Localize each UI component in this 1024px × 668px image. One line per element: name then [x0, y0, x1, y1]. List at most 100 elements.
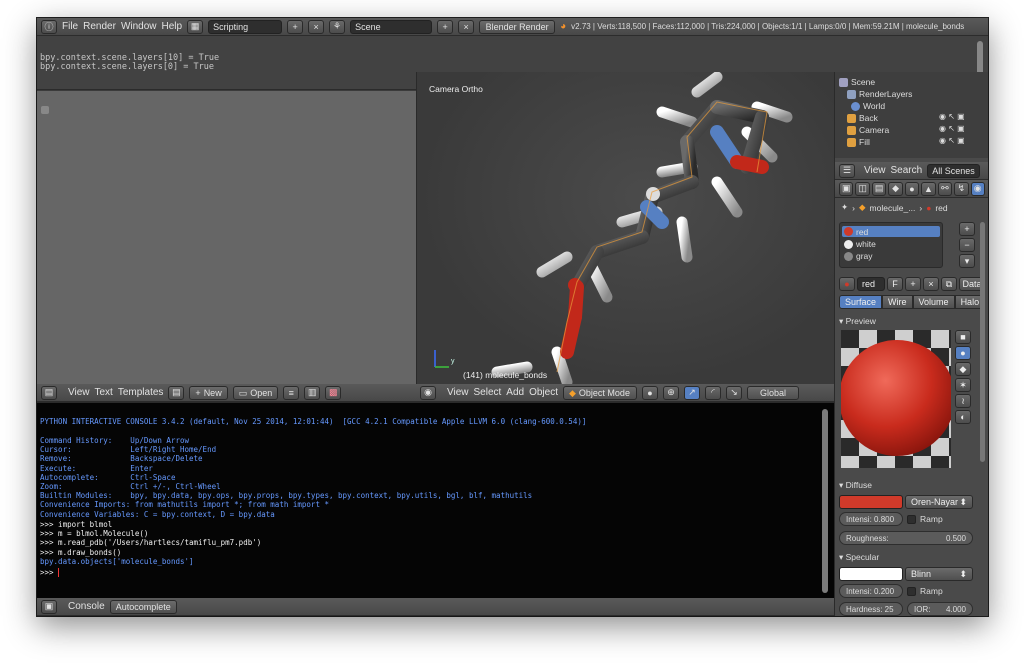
- material-slot-gray[interactable]: gray: [842, 251, 873, 261]
- scale-manipulator-icon[interactable]: ↘: [726, 385, 742, 400]
- scene-field[interactable]: Scene: [350, 19, 433, 34]
- diffuse-color-swatch[interactable]: [839, 495, 903, 509]
- layout-icon[interactable]: ▦: [187, 19, 204, 34]
- diffuse-shader-select[interactable]: Oren-Nayar ⬍: [905, 495, 973, 509]
- roughness-slider[interactable]: Roughness: 0.500: [839, 531, 973, 545]
- outliner-item-world[interactable]: World: [851, 100, 885, 112]
- scene-icon[interactable]: ⚘: [329, 19, 346, 34]
- scene-tab-icon[interactable]: ◆: [888, 181, 903, 196]
- specular-shader-select[interactable]: Blinn ⬍: [905, 567, 973, 581]
- screen-layout-field[interactable]: Scripting: [208, 19, 283, 34]
- tab-surface[interactable]: Surface: [839, 295, 883, 309]
- world-tab-icon[interactable]: ●: [904, 181, 920, 196]
- visibility-icons[interactable]: ◉ ↖ ▣: [939, 136, 965, 145]
- vp-menu-view[interactable]: View: [447, 387, 469, 398]
- pivot-icon[interactable]: ⊕: [663, 385, 679, 400]
- menu-text[interactable]: Text: [95, 387, 113, 398]
- outliner-item-camera[interactable]: Camera: [847, 124, 889, 136]
- shading-icon[interactable]: ●: [642, 385, 658, 400]
- render-tab-icon[interactable]: ◫: [855, 181, 870, 196]
- modifier-tab-icon[interactable]: ↯: [954, 181, 969, 196]
- material-slot-white[interactable]: white: [842, 239, 876, 249]
- 3d-viewport[interactable]: Camera Ortho y (141) molecule_bonds: [416, 72, 834, 384]
- menu-view[interactable]: View: [68, 387, 90, 398]
- menu-templates[interactable]: Templates: [118, 387, 164, 398]
- preview-flat-icon[interactable]: ■: [955, 330, 971, 344]
- console-prompt-line[interactable]: >>>: [40, 568, 60, 578]
- diffuse-ramp-checkbox[interactable]: Ramp: [907, 514, 943, 524]
- editor-expand-icon[interactable]: [41, 106, 49, 114]
- remove-scene-icon[interactable]: ×: [458, 19, 475, 34]
- autocomplete-button[interactable]: Autocomplete: [109, 599, 177, 614]
- text-editor-area[interactable]: [37, 91, 416, 384]
- menu-window[interactable]: Window: [121, 21, 157, 32]
- viewport-type-icon[interactable]: ◉: [420, 385, 436, 400]
- word-wrap-icon[interactable]: ▥: [304, 385, 321, 400]
- remove-layout-icon[interactable]: ×: [308, 19, 325, 34]
- visibility-icons[interactable]: ◉ ↖ ▣: [939, 124, 965, 133]
- visibility-icons[interactable]: ◉ ↖ ▣: [939, 112, 965, 121]
- add-layout-icon[interactable]: +: [287, 19, 304, 34]
- material-slot-list[interactable]: red white gray: [839, 222, 943, 268]
- outliner-filter[interactable]: All Scenes: [927, 163, 980, 178]
- preview-sphere-icon[interactable]: ●: [955, 346, 971, 360]
- remove-slot-icon[interactable]: −: [959, 238, 975, 252]
- unlink-material-icon[interactable]: ×: [923, 277, 939, 291]
- vp-menu-object[interactable]: Object: [529, 387, 558, 398]
- line-numbers-icon[interactable]: ≡: [283, 385, 300, 400]
- pin-icon[interactable]: ✦: [841, 202, 848, 213]
- tab-volume[interactable]: Volume: [912, 295, 955, 309]
- properties-scrollbar[interactable]: [980, 222, 985, 462]
- add-slot-icon[interactable]: +: [959, 222, 975, 236]
- info-editor-icon[interactable]: ⓘ: [41, 19, 57, 34]
- material-name-field[interactable]: red: [857, 277, 885, 291]
- specular-color-swatch[interactable]: [839, 567, 903, 581]
- open-text-button[interactable]: ▭ Open: [232, 385, 279, 400]
- material-tab-icon[interactable]: ◉: [970, 181, 985, 196]
- properties-type-icon[interactable]: ▣: [839, 181, 854, 196]
- copy-material-icon[interactable]: ⧉: [941, 277, 957, 291]
- fake-user-button[interactable]: F: [887, 277, 903, 291]
- preview-panel-title[interactable]: ▾ Preview: [839, 316, 876, 327]
- outliner-type-icon[interactable]: ☰: [839, 163, 855, 178]
- vp-menu-select[interactable]: Select: [474, 387, 502, 398]
- rotate-manipulator-icon[interactable]: ◜: [705, 385, 721, 400]
- console-tab[interactable]: Console: [68, 601, 105, 612]
- outliner-item-renderlayers[interactable]: RenderLayers: [847, 88, 912, 100]
- diffuse-intensity-slider[interactable]: Intensi: 0.800: [839, 512, 903, 526]
- mode-select[interactable]: ◆ Object Mode: [563, 385, 637, 400]
- console-type-icon[interactable]: ▣: [41, 599, 57, 614]
- outliner-menu-view[interactable]: View: [864, 165, 886, 176]
- text-editor-type-icon[interactable]: ▤: [41, 385, 57, 400]
- text-browse-icon[interactable]: ▤: [168, 385, 185, 400]
- outliner-item-fill[interactable]: Fill: [847, 136, 870, 148]
- preview-sky-icon[interactable]: ◐: [955, 410, 971, 424]
- specular-ramp-checkbox[interactable]: Ramp: [907, 586, 943, 596]
- menu-file[interactable]: File: [62, 21, 78, 32]
- menu-render[interactable]: Render: [83, 21, 116, 32]
- render-engine-select[interactable]: Blender Render: [479, 19, 556, 34]
- console-scrollbar[interactable]: [822, 409, 828, 593]
- python-console[interactable]: PYTHON INTERACTIVE CONSOLE 3.4.2 (defaul…: [37, 402, 834, 598]
- preview-monkey-icon[interactable]: ✶: [955, 378, 971, 392]
- specular-intensity-slider[interactable]: Intensi: 0.200: [839, 584, 903, 598]
- specular-panel-title[interactable]: ▾ Specular: [839, 552, 879, 563]
- hardness-slider[interactable]: Hardness: 25: [839, 602, 903, 616]
- add-material-icon[interactable]: +: [905, 277, 921, 291]
- material-browse-icon[interactable]: ●: [839, 277, 855, 291]
- layers-tab-icon[interactable]: ▤: [871, 181, 887, 196]
- orientation-select[interactable]: Global: [747, 385, 799, 400]
- add-scene-icon[interactable]: +: [437, 19, 454, 34]
- material-slot-red[interactable]: red: [842, 226, 940, 237]
- outliner-menu-search[interactable]: Search: [891, 165, 923, 176]
- preview-cube-icon[interactable]: ◆: [955, 362, 971, 376]
- tab-wire[interactable]: Wire: [882, 295, 913, 309]
- outliner-item-back[interactable]: Back: [847, 112, 878, 124]
- object-tab-icon[interactable]: ▲: [921, 181, 936, 196]
- diffuse-panel-title[interactable]: ▾ Diffuse: [839, 480, 872, 491]
- manipulator-icon[interactable]: ↗: [684, 385, 700, 400]
- menu-help[interactable]: Help: [162, 21, 183, 32]
- preview-hair-icon[interactable]: ≀: [955, 394, 971, 408]
- constraints-tab-icon[interactable]: ⚯: [937, 181, 953, 196]
- slot-menu-icon[interactable]: ▾: [959, 254, 975, 268]
